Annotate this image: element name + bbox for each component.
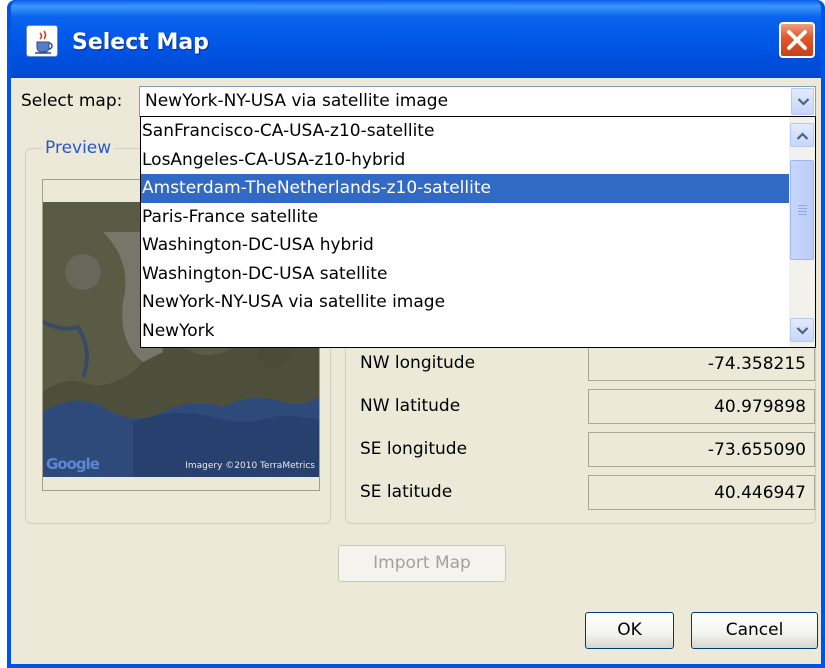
se-longitude-field: -73.655090 bbox=[588, 432, 815, 467]
dropdown-item[interactable]: Washington-DC-USA hybrid bbox=[141, 231, 789, 260]
cancel-button[interactable]: Cancel bbox=[691, 612, 818, 649]
se-longitude-label: SE longitude bbox=[360, 439, 468, 459]
dropdown-item[interactable]: Paris-France satellite bbox=[141, 203, 789, 232]
nw-latitude-label: NW latitude bbox=[360, 396, 461, 416]
dropdown-item[interactable]: NewYork-NY-USA via satellite image bbox=[141, 288, 789, 317]
dropdown-scrollbar[interactable] bbox=[789, 117, 815, 347]
scroll-thumb[interactable] bbox=[790, 160, 814, 260]
title-bar[interactable]: Select Map bbox=[11, 0, 821, 78]
preview-legend: Preview bbox=[42, 138, 115, 158]
chevron-down-icon bbox=[797, 98, 810, 106]
se-longitude-row: SE longitude -73.655090 bbox=[360, 432, 816, 468]
import-map-button[interactable]: Import Map bbox=[338, 545, 506, 582]
window-title: Select Map bbox=[72, 30, 209, 55]
chevron-down-icon bbox=[796, 327, 809, 335]
dropdown-item[interactable]: NewYork bbox=[141, 317, 789, 346]
map-copyright: Imagery ©2010 TerraMetrics bbox=[185, 461, 315, 471]
dropdown-item[interactable]: LosAngeles-CA-USA-z10-hybrid bbox=[141, 146, 789, 175]
select-map-dialog: Select Map Select map: NewYork-NY-USA vi… bbox=[7, 0, 825, 668]
dropdown-options: SanFrancisco-CA-USA-z10-satellite LosAng… bbox=[141, 117, 789, 347]
dropdown-item[interactable]: SanFrancisco-CA-USA-z10-satellite bbox=[141, 117, 789, 146]
dropdown-item-selected[interactable]: Amsterdam-TheNetherlands-z10-satellite bbox=[141, 174, 789, 203]
se-latitude-row: SE latitude 40.446947 bbox=[360, 475, 816, 511]
close-icon bbox=[787, 30, 807, 50]
nw-longitude-label: NW longitude bbox=[360, 353, 476, 373]
select-map-value: NewYork-NY-USA via satellite image bbox=[145, 91, 449, 111]
chevron-up-icon bbox=[796, 132, 809, 140]
ok-button[interactable]: OK bbox=[585, 612, 674, 649]
nw-longitude-row: NW longitude -74.358215 bbox=[360, 346, 816, 382]
se-latitude-label: SE latitude bbox=[360, 482, 453, 502]
java-cup-icon bbox=[26, 25, 58, 57]
se-latitude-field: 40.446947 bbox=[588, 475, 815, 510]
dialog-content: Select map: NewYork-NY-USA via satellite… bbox=[11, 78, 821, 664]
nw-longitude-field: -74.358215 bbox=[588, 346, 815, 381]
google-watermark: Google bbox=[46, 455, 100, 473]
combo-dropdown-button[interactable] bbox=[791, 88, 814, 115]
map-dropdown-list[interactable]: SanFrancisco-CA-USA-z10-satellite LosAng… bbox=[140, 116, 816, 348]
nw-latitude-row: NW latitude 40.979898 bbox=[360, 389, 816, 425]
scroll-down-button[interactable] bbox=[790, 318, 814, 342]
dropdown-item[interactable]: Washington-DC-USA satellite bbox=[141, 260, 789, 289]
close-button[interactable] bbox=[779, 22, 815, 58]
select-map-combobox[interactable]: NewYork-NY-USA via satellite image bbox=[139, 86, 816, 117]
select-map-label: Select map: bbox=[21, 91, 123, 111]
nw-latitude-field: 40.979898 bbox=[588, 389, 815, 424]
scroll-up-button[interactable] bbox=[790, 123, 814, 147]
